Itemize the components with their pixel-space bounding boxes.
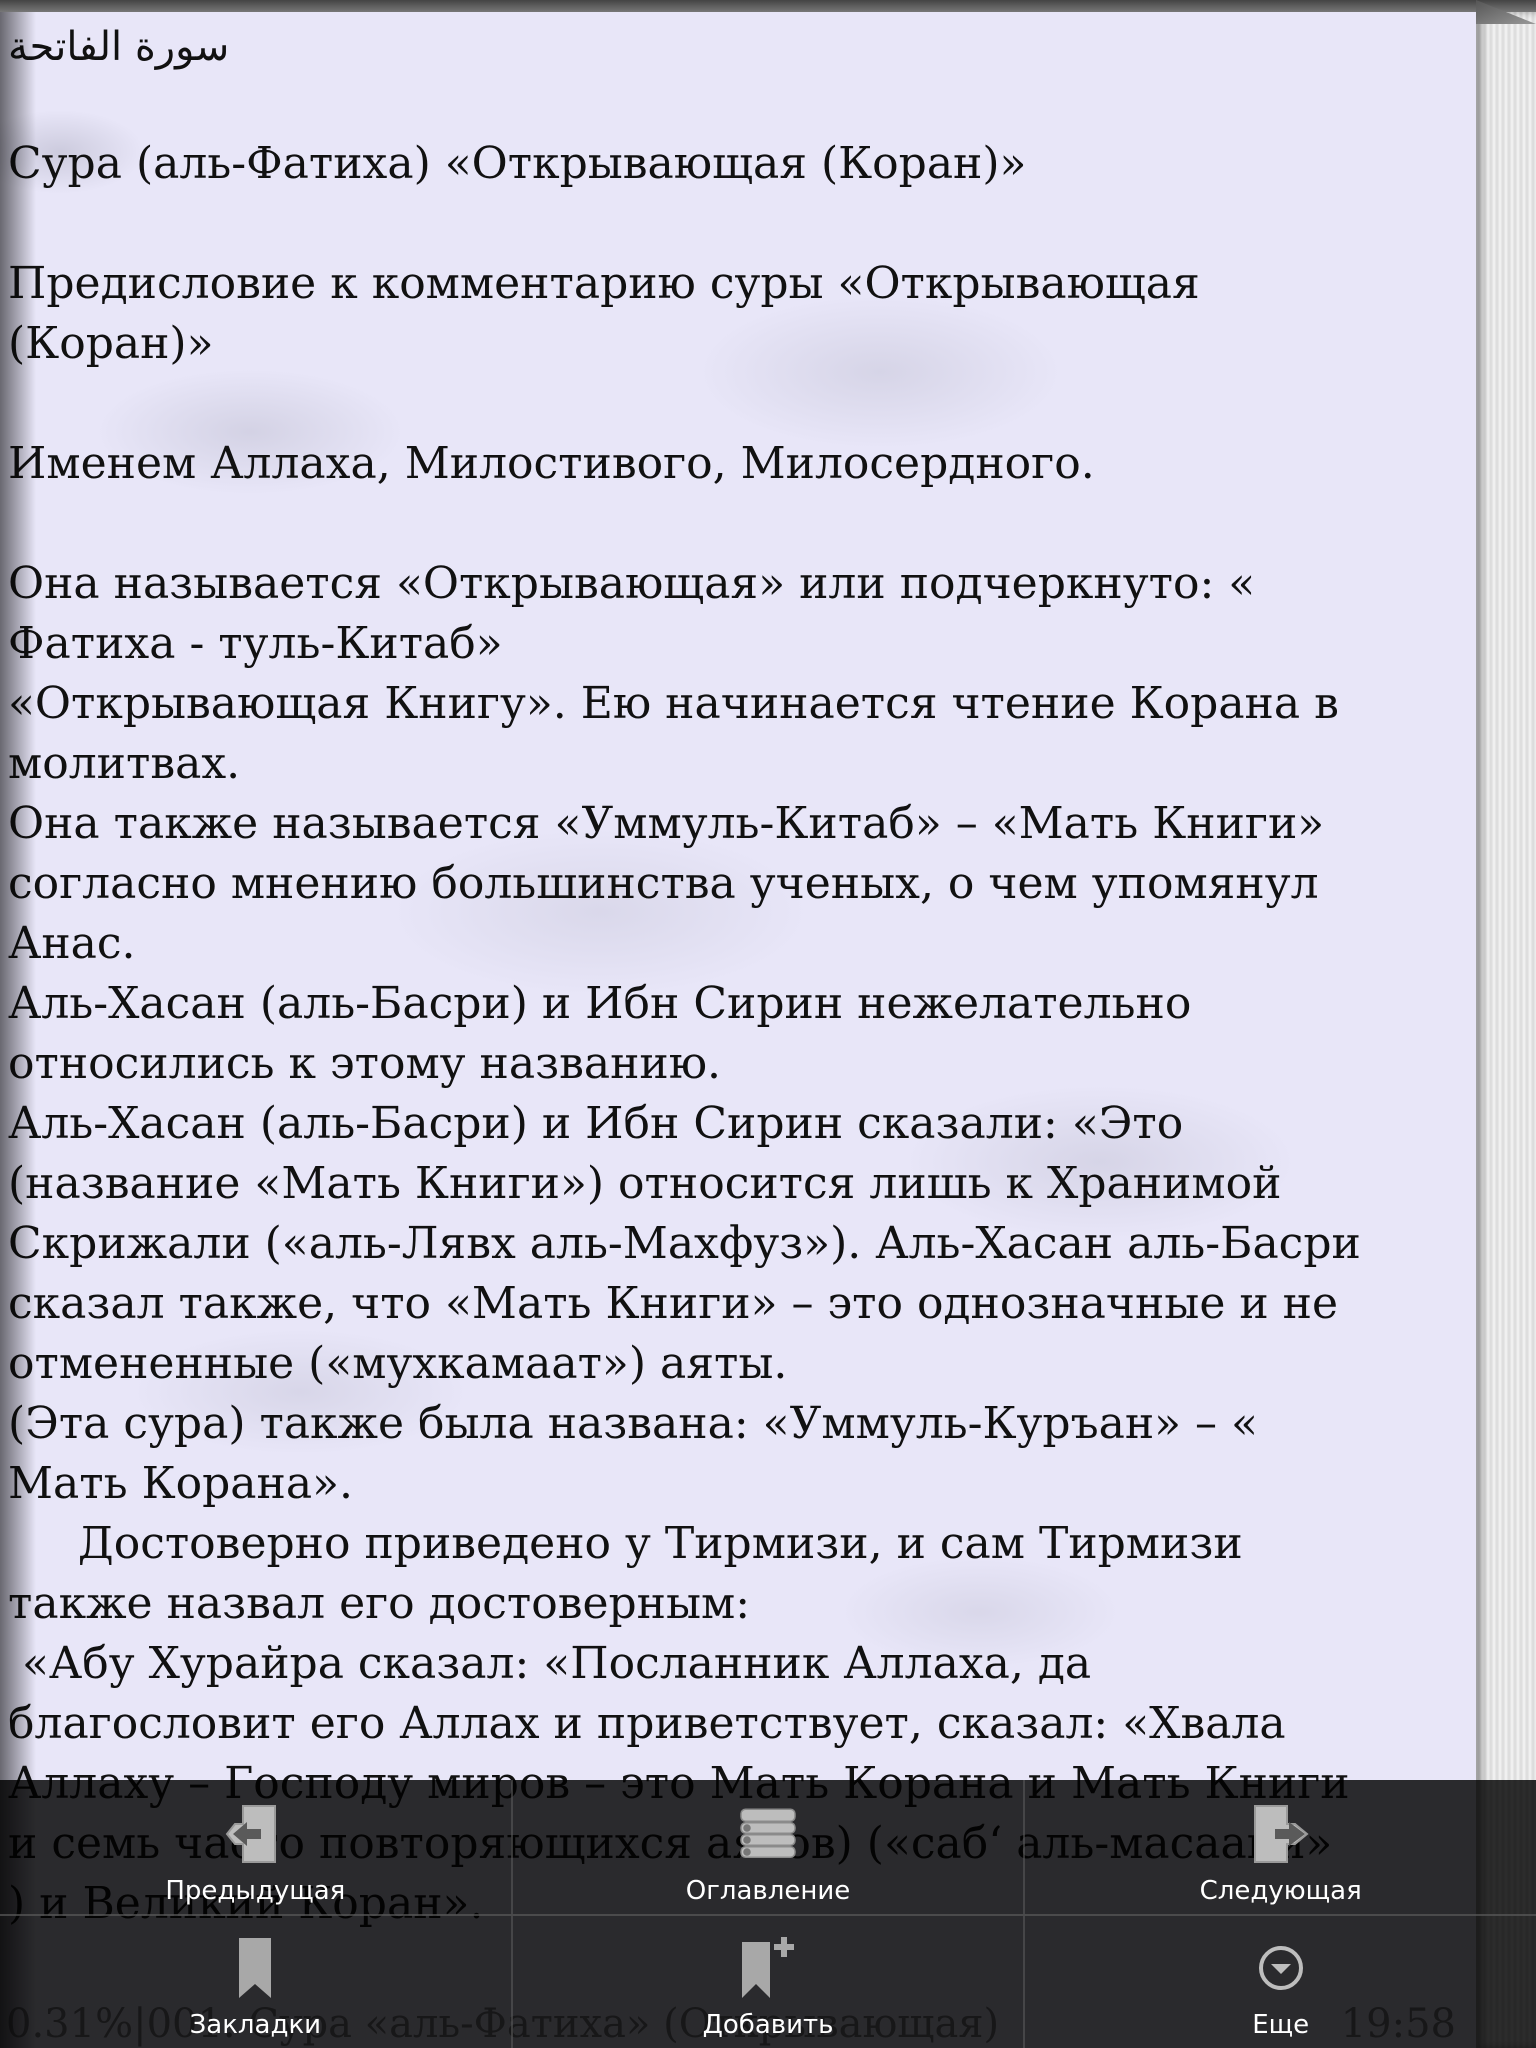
text-line: Именем Аллаха, Милостивого, Милосердного…	[8, 438, 1095, 489]
bookmarks-button[interactable]: Закладки	[0, 1916, 513, 2048]
menu-row-bottom: Закладки Добавить Еще	[0, 1916, 1536, 2048]
reader-menu: Предыдущая Оглавление Следующая Закладки…	[0, 1780, 1536, 2048]
text-line: Она также называется «Уммуль-Китаб» – «М…	[8, 798, 1325, 849]
menu-row-top: Предыдущая Оглавление Следующая	[0, 1780, 1536, 1916]
text-line: Предисловие к комментарию суры «Открываю…	[8, 258, 1200, 309]
page-spine-shadow	[0, 12, 36, 2048]
arabic-title: سورة الفاتحة	[8, 24, 230, 70]
add-bookmark-button[interactable]: Добавить	[513, 1916, 1026, 2048]
previous-button[interactable]: Предыдущая	[0, 1780, 513, 1914]
text-line: отмененные («мухкамаат») аяты.	[8, 1338, 788, 1389]
text-line: Достоверно приведено у Тирмизи, и сам Ти…	[8, 1518, 1243, 1569]
text-line: согласно мнению большинства ученых, о че…	[8, 858, 1319, 909]
top-strip	[0, 0, 1536, 12]
text-line: Аль-Хасан (аль-Басри) и Ибн Сирин нежела…	[8, 978, 1192, 1029]
text-line: молитвах.	[8, 738, 241, 789]
text-line: (Эта сура) также была названа: «Уммуль-К…	[8, 1398, 1258, 1449]
text-line: Аль-Хасан (аль-Басри) и Ибн Сирин сказал…	[8, 1098, 1184, 1149]
more-label: Еще	[1252, 2010, 1310, 2040]
text-line: (название «Мать Книги») относится лишь к…	[8, 1158, 1282, 1209]
chevron-down-circle-icon	[1251, 1936, 1311, 2000]
text-line: Скрижали («аль-Лявх аль-Махфуз»). Аль-Ха…	[8, 1218, 1361, 1269]
bookmark-icon	[225, 1936, 285, 2000]
page-stack-edge	[1476, 12, 1536, 2048]
previous-label: Предыдущая	[165, 1876, 346, 1906]
text-line: благословит его Аллах и приветствует, ск…	[8, 1698, 1286, 1749]
contents-button[interactable]: Оглавление	[513, 1780, 1026, 1914]
page-back-arrow-icon	[225, 1802, 285, 1866]
book-page[interactable]: سورة الفاتحة Сура (аль-Фатиха) «Открывающ…	[0, 12, 1476, 2048]
text-line: Мать Корана».	[8, 1458, 353, 1509]
text-line: Сура (аль-Фатиха) «Открывающая (Коран)»	[8, 138, 1027, 189]
text-line: (Коран)»	[8, 318, 214, 369]
text-line: относились к этому названию.	[8, 1038, 722, 1089]
add-label: Добавить	[702, 2010, 834, 2040]
page-forward-arrow-icon	[1251, 1802, 1311, 1866]
bookmark-plus-icon	[738, 1936, 798, 2000]
text-line: «Открывающая Книгу». Ею начинается чтени…	[8, 678, 1339, 729]
text-line: Фатиха - туль-Китаб»	[8, 618, 503, 669]
more-button[interactable]: Еще	[1025, 1916, 1536, 2048]
next-label: Следующая	[1199, 1876, 1362, 1906]
text-line: «Абу Хурайра сказал: «Посланник Аллаха, …	[8, 1638, 1092, 1689]
text-line: сказал также, что «Мать Книги» – это одн…	[8, 1278, 1339, 1329]
stacked-list-icon	[738, 1802, 798, 1866]
contents-label: Оглавление	[685, 1876, 851, 1906]
text-line: также назвал его достоверным:	[8, 1578, 751, 1629]
page-text: سورة الفاتحة Сура (аль-Фатиха) «Открывающ…	[8, 20, 1464, 1934]
text-line: Она называется «Открывающая» или подчерк…	[8, 558, 1256, 609]
next-button[interactable]: Следующая	[1025, 1780, 1536, 1914]
text-line: Анас.	[8, 918, 136, 969]
bookmarks-label: Закладки	[189, 2010, 322, 2040]
reader-screen: سورة الفاتحة Сура (аль-Фатиха) «Открывающ…	[0, 0, 1536, 2048]
